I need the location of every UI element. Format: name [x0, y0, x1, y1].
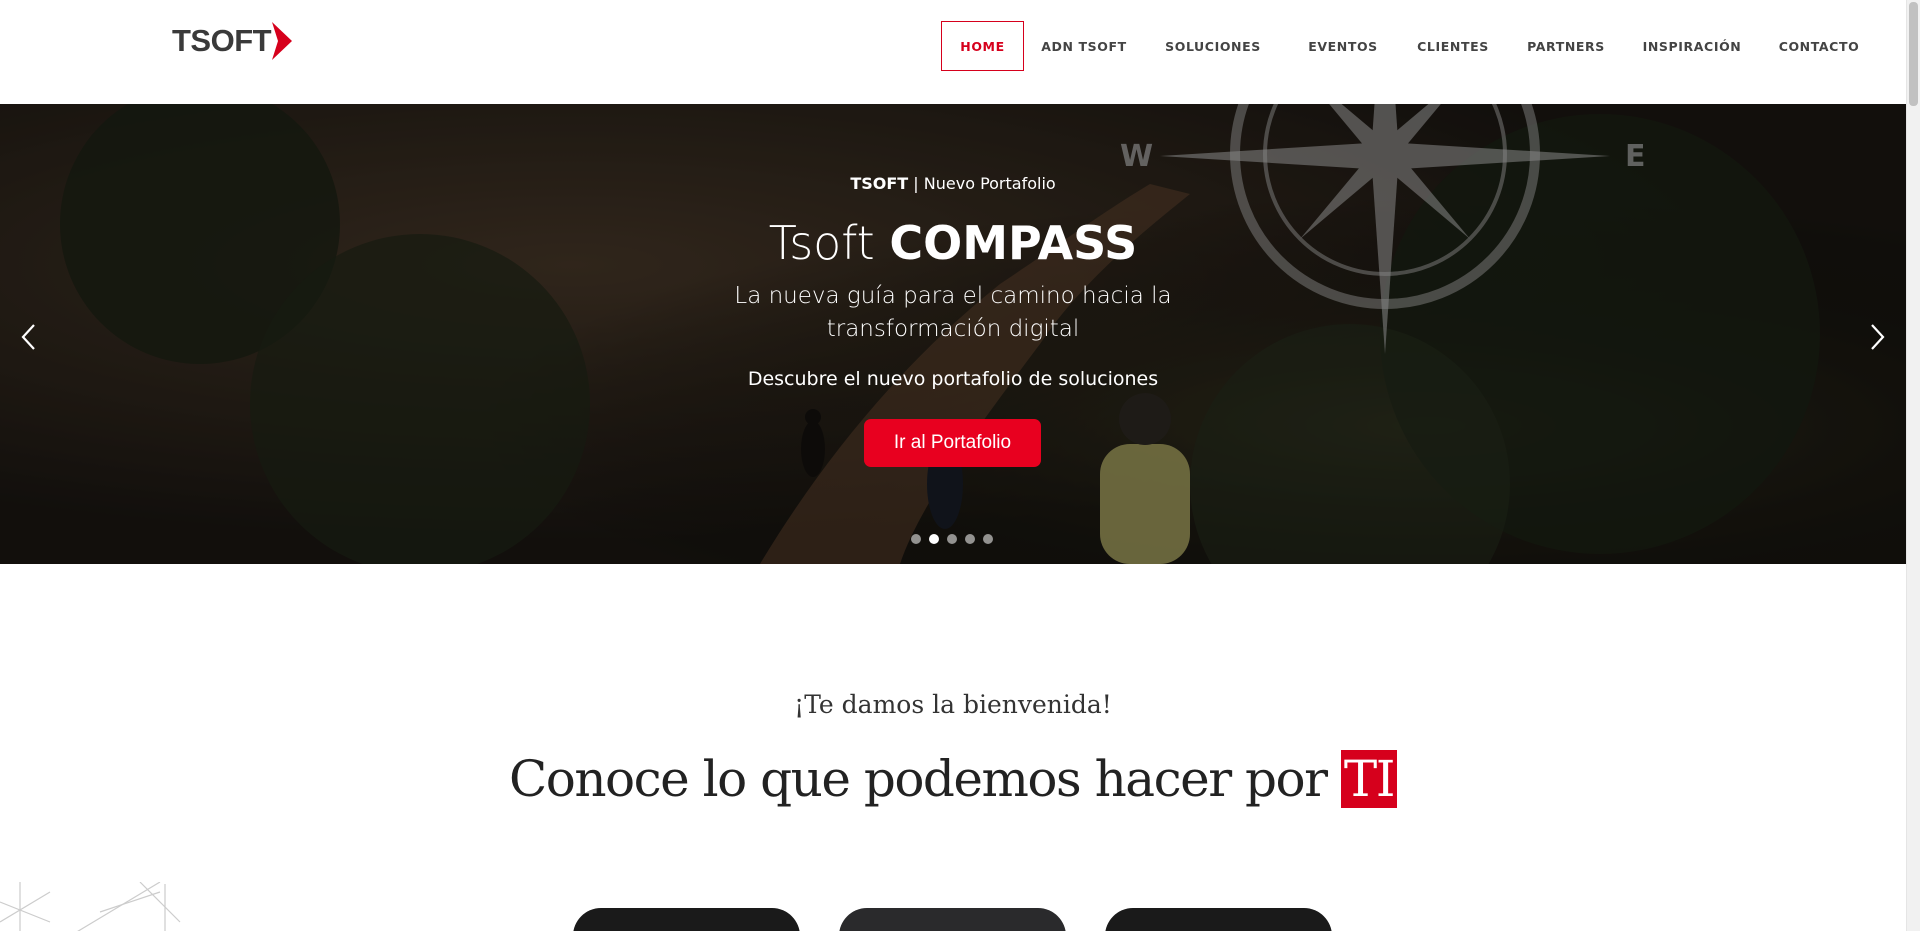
slider-dots — [911, 534, 993, 544]
nav-adn-tsoft[interactable]: ADN TSOFT — [1034, 21, 1134, 71]
slider-dot-4[interactable] — [965, 534, 975, 544]
solution-card-3[interactable] — [1105, 908, 1332, 931]
slider-dot-5[interactable] — [983, 534, 993, 544]
solution-card-2[interactable] — [839, 908, 1066, 931]
solution-card-1[interactable] — [573, 908, 800, 931]
chevron-left-icon[interactable] — [18, 322, 40, 352]
hero-slider: W E TSOFT | Nuevo Portafolio Tsoft COMPA… — [0, 104, 1906, 564]
nav-soluciones[interactable]: SOLUCIONES — [1155, 21, 1271, 71]
hero-title: Tsoft COMPASS — [0, 216, 1906, 270]
chevron-right-icon[interactable] — [1866, 322, 1888, 352]
nav-contacto[interactable]: CONTACTO — [1772, 21, 1866, 71]
decorative-star-lines — [0, 882, 181, 931]
hero-eyebrow-text: | Nuevo Portafolio — [908, 174, 1056, 193]
hero-subtitle: La nueva guía para el camino hacia la tr… — [734, 283, 1172, 342]
hero-eyebrow-brand: TSOFT — [850, 174, 909, 193]
slider-dot-1[interactable] — [911, 534, 921, 544]
nav-clientes[interactable]: CLIENTES — [1408, 21, 1498, 71]
hero-description: Descubre el nuevo portafolio de solucion… — [747, 368, 1159, 390]
nav-eventos[interactable]: EVENTOS — [1300, 21, 1386, 71]
hero-title-bold: COMPASS — [889, 216, 1138, 270]
slider-dot-3[interactable] — [947, 534, 957, 544]
welcome-headline-highlight: TI — [1340, 750, 1398, 808]
site-header: TSOFT HOME ADN TSOFT SOLUCIONES EVENTOS … — [0, 0, 1906, 104]
portfolio-button[interactable]: Ir al Portafolio — [864, 419, 1041, 467]
scrollbar-thumb[interactable] — [1909, 2, 1918, 106]
hero-title-light: Tsoft — [768, 216, 890, 270]
nav-inspiracion[interactable]: INSPIRACIÓN — [1634, 21, 1750, 71]
welcome-headline: Conoce lo que podemos hacer por TI — [0, 750, 1906, 808]
welcome-headline-text: Conoce lo que podemos hacer por — [508, 750, 1341, 808]
page-scrollbar[interactable] — [1906, 0, 1920, 931]
nav-home[interactable]: HOME — [941, 21, 1024, 71]
welcome-section: ¡Te damos la bienvenida! Conoce lo que p… — [0, 564, 1906, 931]
main-nav: HOME ADN TSOFT SOLUCIONES EVENTOS CLIENT… — [0, 21, 1906, 71]
nav-partners[interactable]: PARTNERS — [1520, 21, 1612, 71]
hero-eyebrow: TSOFT | Nuevo Portafolio — [0, 174, 1906, 193]
welcome-kicker: ¡Te damos la bienvenida! — [794, 690, 1112, 719]
slider-dot-2[interactable] — [929, 534, 939, 544]
